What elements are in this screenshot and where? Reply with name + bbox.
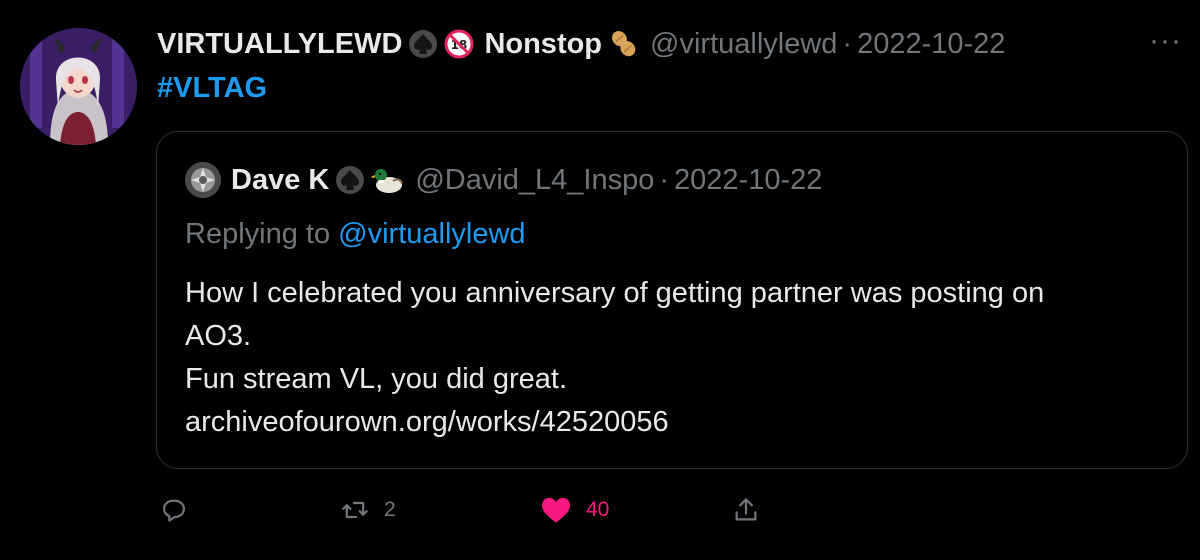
like-button[interactable]: 40 (540, 490, 609, 530)
replying-mention-link[interactable]: @virtuallylewd (338, 218, 525, 250)
share-icon (732, 496, 760, 524)
tweet[interactable]: VIRTUALLYLEWD 18 Nonstop (0, 0, 1200, 560)
more-icon: ··· (1149, 24, 1182, 57)
quoted-author-name[interactable]: Dave K (231, 164, 329, 197)
separator-dot: · (659, 163, 670, 196)
author-avatar[interactable] (20, 28, 137, 145)
share-button[interactable] (732, 490, 760, 530)
like-count: 40 (586, 498, 610, 521)
spade-emoji-icon (335, 165, 365, 195)
heart-icon (540, 496, 572, 524)
more-options-button[interactable]: ··· (1149, 26, 1182, 56)
replying-to: Replying to @virtuallylewd (185, 218, 526, 251)
peanut-emoji-icon (608, 28, 640, 60)
reply-button[interactable] (160, 490, 188, 530)
quoted-tweet[interactable]: Dave K @David_L4_Inspo · 2022-10-22 Repl… (156, 131, 1188, 469)
quoted-author-avatar[interactable] (185, 162, 221, 198)
quoted-text-line: Fun stream VL, you did great. (185, 363, 568, 395)
author-name-suffix[interactable]: Nonstop (484, 28, 602, 61)
quoted-tweet-header: Dave K @David_L4_Inspo · 2022-10-22 (185, 162, 822, 198)
quoted-tweet-text: How I celebrated you anniversary of gett… (185, 272, 1165, 444)
reply-icon (160, 496, 188, 524)
quoted-tweet-date[interactable]: 2022-10-22 (674, 164, 822, 197)
quoted-link[interactable]: archiveofourown.org/works/42520056 (185, 401, 1165, 444)
tweet-header: VIRTUALLYLEWD 18 Nonstop (157, 24, 1005, 64)
separator-dot: · (842, 27, 853, 60)
retweet-button[interactable]: 2 (340, 490, 396, 530)
quoted-author-handle[interactable]: @David_L4_Inspo (415, 164, 654, 197)
tweet-date[interactable]: 2022-10-22 (857, 28, 1005, 61)
no-under-18-emoji-icon: 18 (444, 29, 474, 59)
tweet-hashtag[interactable]: #VLTAG (157, 72, 267, 105)
duck-emoji-icon (371, 165, 405, 195)
retweet-icon (340, 496, 370, 524)
author-name[interactable]: VIRTUALLYLEWD (157, 28, 402, 61)
tweet-actions: 2 40 (156, 490, 776, 530)
quoted-text-line: AO3. (185, 320, 252, 352)
retweet-count: 2 (384, 498, 396, 521)
spade-emoji-icon (408, 29, 438, 59)
replying-prefix: Replying to (185, 218, 331, 250)
quoted-text-line: How I celebrated you anniversary of gett… (185, 277, 1045, 309)
author-handle[interactable]: @virtuallylewd (650, 28, 837, 61)
